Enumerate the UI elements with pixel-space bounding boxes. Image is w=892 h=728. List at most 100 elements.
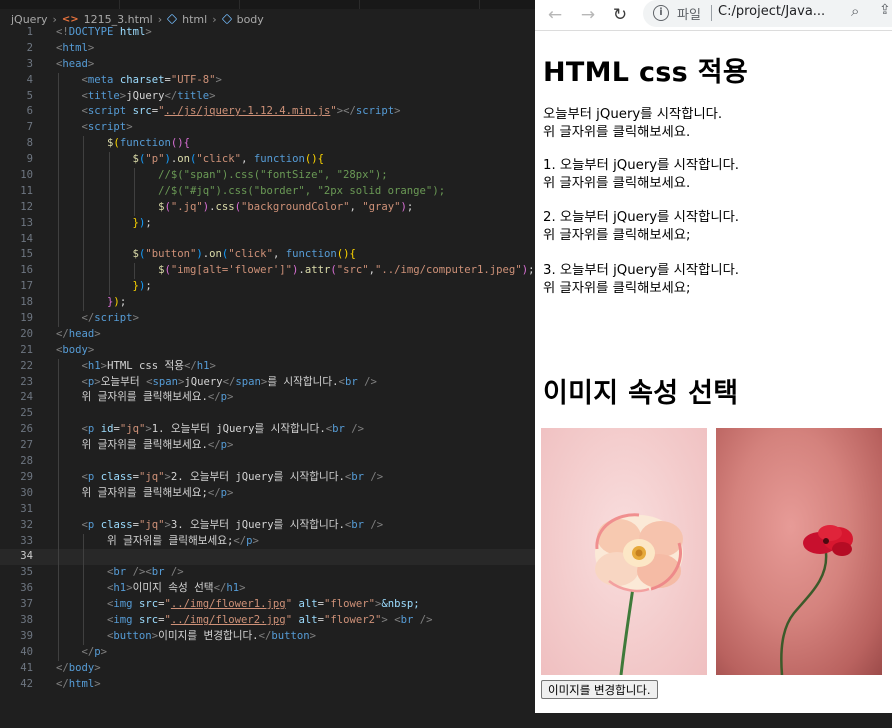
- breadcrumb-html[interactable]: html: [182, 13, 207, 26]
- code-line[interactable]: 38 <img src="../img/flower2.jpg" alt="fl…: [0, 612, 535, 629]
- line-text: <title>jQuery</title>: [81, 89, 216, 102]
- code-line[interactable]: 22 <h1>HTML css 적용</h1>: [0, 358, 535, 375]
- code-line[interactable]: 1 <!DOCTYPE html>: [0, 25, 535, 41]
- line-text: </head>: [56, 327, 101, 340]
- code-line[interactable]: 23 <p>오늘부터 <span>jQuery</span>를 시작합니다.<b…: [0, 374, 535, 391]
- address-url[interactable]: C:/project/Java...: [718, 4, 838, 19]
- reload-button[interactable]: ↻: [608, 3, 632, 27]
- paragraph-jq-id[interactable]: 1. 오늘부터 jQuery를 시작합니다. 위 글자위를 클릭해보세요.: [543, 157, 739, 193]
- line-text: <p id="jq">1. 오늘부터 jQuery를 시작합니다.<br />: [81, 423, 365, 436]
- line-number: 16: [20, 264, 33, 277]
- browser-window: ← → ↻ i 파일 C:/project/Java... ⌕ ⇪ HTML c…: [535, 0, 892, 713]
- indent-guide: [108, 231, 110, 248]
- code-line[interactable]: 26 <p id="jq">1. 오늘부터 jQuery를 시작합니다.<br …: [0, 422, 535, 439]
- paragraph-text: 위 글자위를 클릭해보세요;: [543, 228, 691, 243]
- code-line[interactable]: 18 });: [0, 295, 535, 312]
- paragraph-text: 3. 오늘부터 jQuery를 시작합니다.: [543, 263, 740, 278]
- line-number: 19: [20, 312, 33, 325]
- paragraph-intro[interactable]: 오늘부터 jQuery를 시작합니다. 위 글자위를 클릭해보세요.: [543, 106, 722, 142]
- line-number: 17: [20, 280, 33, 293]
- line-text: 위 글자위를 클릭해보세요.</p>: [56, 439, 234, 452]
- line-number: 2: [26, 41, 33, 54]
- code-line[interactable]: 9 $("p").on("click", function(){: [0, 152, 535, 169]
- page-heading-image: 이미지 속성 선택: [543, 378, 739, 409]
- line-text: $(function(){: [107, 137, 190, 150]
- zoom-icon[interactable]: ⌕: [851, 2, 859, 20]
- code-line[interactable]: 7 <script>: [0, 120, 535, 137]
- address-bar[interactable]: i 파일 C:/project/Java... ⌕ ⇪: [643, 0, 892, 27]
- code-editor[interactable]: jQuery › <> 1215_3.html › html › body 1 <…: [0, 0, 535, 728]
- editor-tab[interactable]: [240, 0, 360, 9]
- indent-guide: [58, 406, 59, 423]
- breadcrumb-body[interactable]: body: [237, 13, 264, 26]
- code-lines[interactable]: 1 <!DOCTYPE html> 2 <html> 3 <head> 4 <meta ch…: [0, 25, 535, 692]
- flower-image-1[interactable]: [541, 428, 707, 675]
- code-line[interactable]: 11 //$("#jq").css("border", "2px solid o…: [0, 183, 535, 200]
- reload-icon: ↻: [612, 5, 628, 25]
- code-line[interactable]: 41 </body>: [0, 661, 535, 677]
- line-text: 위 글자위를 클릭해보세요;</p>: [56, 486, 234, 499]
- code-line[interactable]: 12 $(".jq").css("backgroundColor", "gray…: [0, 199, 535, 216]
- code-line[interactable]: 28: [0, 454, 535, 470]
- breadcrumb-folder[interactable]: jQuery: [11, 13, 48, 26]
- code-line[interactable]: 24 위 글자위를 클릭해보세요.</p>: [0, 390, 535, 407]
- breadcrumb-file[interactable]: 1215_3.html: [84, 13, 153, 26]
- flower-image-2[interactable]: [716, 428, 882, 675]
- code-line[interactable]: 2 <html>: [0, 41, 535, 57]
- indent-guide: [58, 501, 59, 518]
- code-line[interactable]: 14: [0, 231, 535, 248]
- code-line[interactable]: 8 $(function(){: [0, 136, 535, 153]
- line-text: 위 글자위를 클릭해보세요;</p>: [56, 534, 259, 547]
- code-line[interactable]: 42 </html>: [0, 677, 535, 693]
- code-line[interactable]: 36 <h1>이미지 속성 선택</h1>: [0, 581, 535, 598]
- code-line[interactable]: 4 <meta charset="UTF-8">: [0, 72, 535, 89]
- code-line[interactable]: 19 </script>: [0, 311, 535, 327]
- paragraph-jq-class-2[interactable]: 3. 오늘부터 jQuery를 시작합니다. 위 글자위를 클릭해보세요;: [543, 262, 739, 298]
- code-line[interactable]: 32 <p class="jq">3. 오늘부터 jQuery를 시작합니다.<…: [0, 517, 535, 534]
- code-line[interactable]: 31: [0, 501, 535, 518]
- line-number: 25: [20, 407, 33, 420]
- editor-tab[interactable]: [360, 0, 480, 9]
- line-number: 12: [20, 200, 33, 213]
- code-line[interactable]: 6 <script src="../js/jquery-1.12.4.min.j…: [0, 104, 535, 121]
- page-viewport: HTML css 적용 오늘부터 jQuery를 시작합니다. 위 글자위를 클…: [535, 32, 892, 713]
- code-line[interactable]: 34: [0, 549, 535, 566]
- indent-guide: [58, 231, 59, 248]
- code-line[interactable]: 3 <head>: [0, 57, 535, 73]
- editor-tab[interactable]: [120, 0, 240, 9]
- code-line[interactable]: 10 //$("span").css("fontSize", "28px");: [0, 168, 535, 184]
- code-line[interactable]: 20 </head>: [0, 327, 535, 343]
- back-button[interactable]: ←: [543, 3, 567, 27]
- code-line[interactable]: 33 위 글자위를 클릭해보세요;</p>: [0, 533, 535, 550]
- line-number: 18: [20, 296, 33, 309]
- code-line[interactable]: 35 <br /><br />: [0, 565, 535, 582]
- code-line[interactable]: 27 위 글자위를 클릭해보세요.</p>: [0, 438, 535, 455]
- code-line[interactable]: 30 위 글자위를 클릭해보세요;</p>: [0, 485, 535, 502]
- forward-button[interactable]: →: [576, 3, 600, 27]
- share-icon[interactable]: ⇪: [879, 2, 891, 18]
- arrow-right-icon: →: [580, 5, 596, 25]
- change-image-button[interactable]: 이미지를 변경합니다.: [541, 680, 658, 699]
- line-text: $("img[alt='flower']").attr("src","../im…: [158, 264, 535, 277]
- code-line[interactable]: 25: [0, 406, 535, 423]
- code-line[interactable]: 15 $("button").on("click", function(){: [0, 247, 535, 264]
- code-line[interactable]: 40 </p>: [0, 644, 535, 661]
- code-line[interactable]: 17 });: [0, 279, 535, 296]
- code-line[interactable]: 29 <p class="jq">2. 오늘부터 jQuery를 시작합니다.<…: [0, 469, 535, 486]
- code-line[interactable]: 5 <title>jQuery</title>: [0, 88, 535, 105]
- code-line[interactable]: 37 <img src="../img/flower1.jpg" alt="fl…: [0, 597, 535, 613]
- line-text: <br /><br />: [107, 566, 184, 579]
- chevron-right-icon: ›: [212, 12, 217, 26]
- code-line[interactable]: 39 <button>이미지를 변경합니다.</button>: [0, 628, 535, 645]
- editor-tab[interactable]: [0, 0, 120, 9]
- line-number: 34: [20, 550, 33, 563]
- code-line[interactable]: 16 $("img[alt='flower']").attr("src","..…: [0, 263, 535, 280]
- editor-tab-strip[interactable]: [0, 0, 535, 9]
- line-text: });: [132, 216, 152, 229]
- paragraph-jq-class-1[interactable]: 2. 오늘부터 jQuery를 시작합니다. 위 글자위를 클릭해보세요;: [543, 209, 739, 245]
- address-divider: [711, 5, 712, 21]
- code-line[interactable]: 13 });: [0, 215, 535, 232]
- line-number: 24: [20, 391, 33, 404]
- info-icon[interactable]: i: [653, 5, 669, 21]
- code-line[interactable]: 21 <body>: [0, 343, 535, 359]
